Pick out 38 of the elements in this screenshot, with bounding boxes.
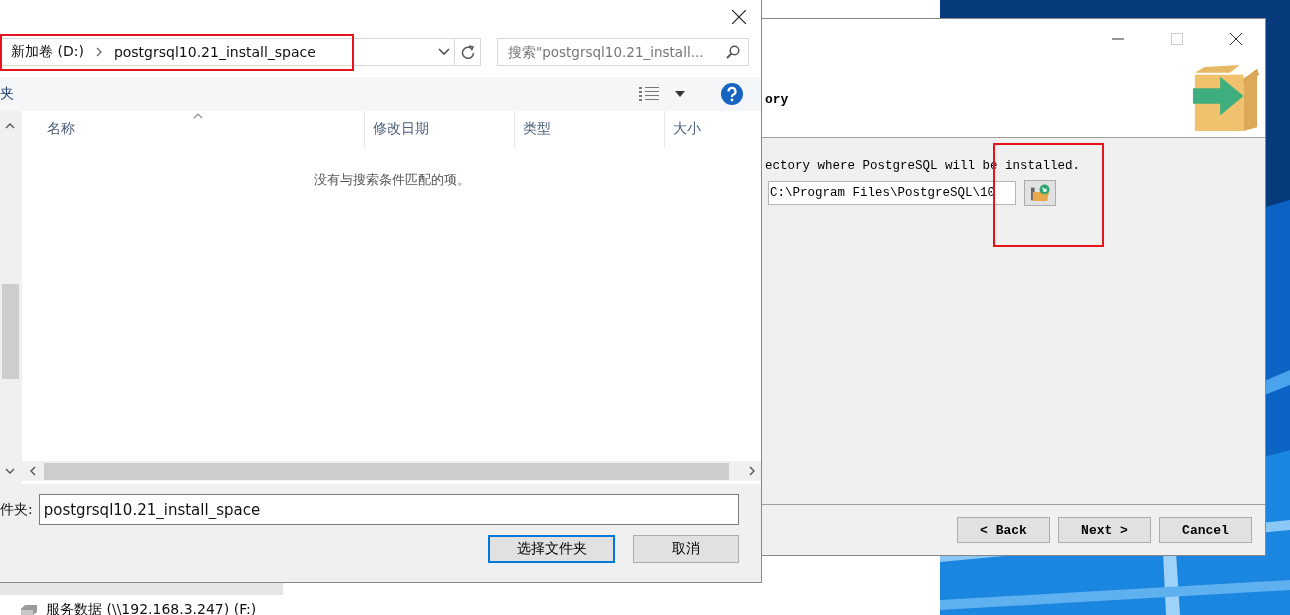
folder-field[interactable]: postgrsql10.21_install_space [38,494,739,525]
page-heading: ory [764,91,789,107]
dialog-button[interactable]: 选择文件夹 [488,535,615,563]
drive-icon [20,604,38,615]
scroll-down-icon[interactable] [5,468,15,474]
box-arrow-icon [1191,64,1259,132]
folder-label: 件夹: [0,500,33,519]
breadcrumb-item[interactable]: 新加卷 (D:) [11,43,84,61]
search-field[interactable]: 搜索"postgrsql10.21_install... [497,38,749,66]
column-header[interactable]: 大小 [665,111,761,147]
close-icon[interactable] [732,10,746,24]
close-icon[interactable] [1230,33,1242,45]
dropdown-caret-icon[interactable] [438,48,450,56]
breadcrumb-item[interactable]: postgrsql10.21_install_space [113,44,316,60]
sort-caret-icon [193,113,203,119]
toolbar-label[interactable]: 夹 [0,85,14,103]
wizard-button[interactable]: Next > [1058,517,1151,543]
view-list-icon[interactable] [639,86,659,102]
scroll-up-icon[interactable] [5,123,15,129]
chevron-right-icon [95,47,102,57]
empty-message: 没有与搜索条件匹配的项。 [313,171,470,189]
address-bar[interactable]: 新加卷 (D:) postgrsql10.21_install_space [0,38,455,66]
dropdown-caret-icon[interactable] [675,91,685,97]
help-icon[interactable] [721,83,743,105]
wizard-button[interactable]: < Back [957,517,1050,543]
wizard-button[interactable]: Cancel [1159,517,1252,543]
refresh-button[interactable] [455,38,481,66]
folder-icon [1030,184,1050,202]
path-field[interactable]: C:\Program Files\PostgreSQL\10 [768,181,1016,205]
scroll-left-icon[interactable] [30,466,36,476]
dialog-button[interactable]: 取消 [633,535,739,563]
column-header[interactable]: 名称 [22,111,365,147]
search-icon [726,45,740,59]
column-header[interactable]: 类型 [515,111,665,147]
column-header[interactable]: 修改日期 [365,111,515,147]
refresh-icon [460,45,475,59]
browse-button[interactable] [1024,180,1056,206]
scroll-right-icon[interactable] [749,466,755,476]
